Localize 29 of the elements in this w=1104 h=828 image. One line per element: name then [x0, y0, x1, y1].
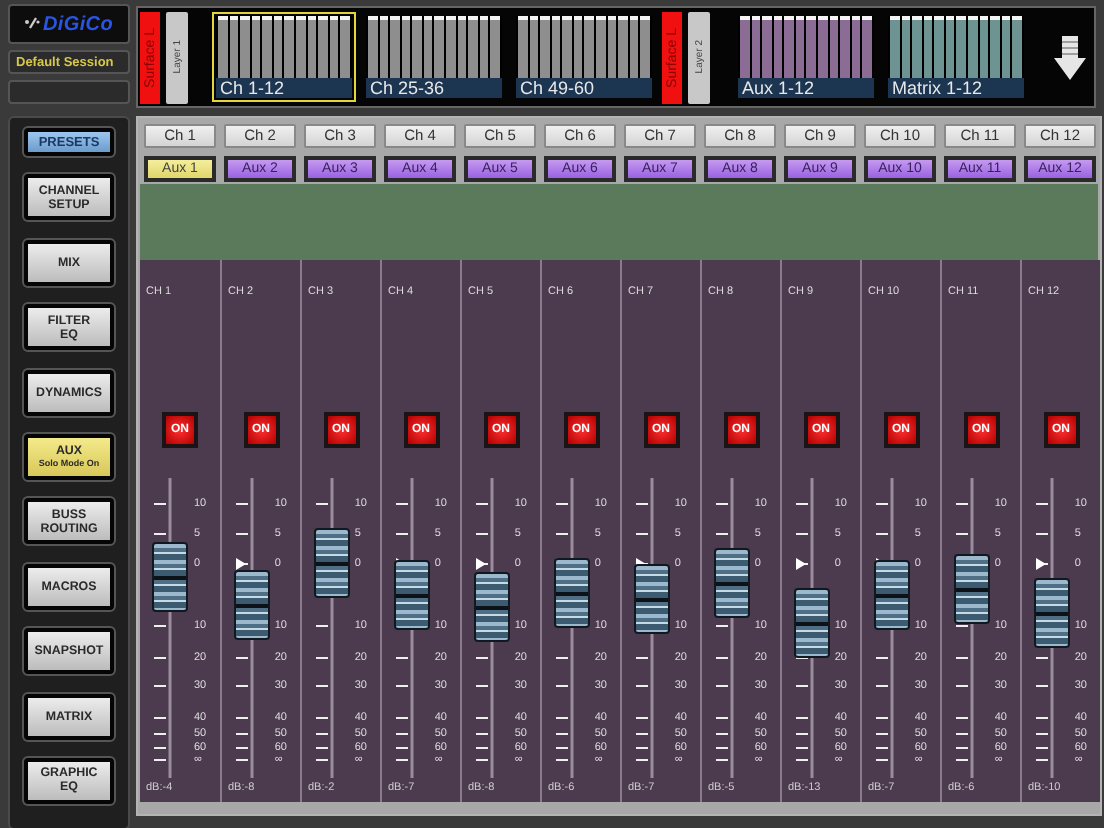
logo-text: DiGiCo: [42, 13, 114, 35]
fader-knob[interactable]: [714, 548, 750, 618]
fader-knob[interactable]: [474, 572, 510, 642]
fader-track[interactable]: [630, 478, 673, 778]
fader-knob[interactable]: [634, 563, 670, 633]
fader-track[interactable]: [870, 478, 913, 778]
fader-knob[interactable]: [874, 560, 910, 630]
fader-knob[interactable]: [234, 569, 270, 639]
fader-track[interactable]: [148, 478, 192, 778]
fader-track[interactable]: [1030, 478, 1073, 778]
fader-knob[interactable]: [954, 554, 990, 624]
fader-track[interactable]: [470, 478, 513, 778]
logo-mark-icon: [24, 16, 41, 32]
fader-track[interactable]: [550, 478, 593, 778]
fader-knob[interactable]: [314, 527, 350, 597]
bank-button[interactable]: Ch 1-12: [212, 12, 356, 102]
fader-knob[interactable]: [394, 560, 430, 630]
session-field[interactable]: [8, 80, 130, 104]
fader-track[interactable]: [310, 478, 353, 778]
fader-knob[interactable]: [152, 542, 188, 612]
fader-track[interactable]: [950, 478, 993, 778]
fader-track[interactable]: [230, 478, 273, 778]
fader-track[interactable]: [390, 478, 433, 778]
fader-track[interactable]: [710, 478, 753, 778]
fader-knob[interactable]: [794, 587, 830, 657]
down-arrow-icon[interactable]: [1052, 33, 1088, 81]
fader-knob[interactable]: [1034, 578, 1070, 648]
fader-knob[interactable]: [554, 557, 590, 627]
fader-track[interactable]: [790, 478, 833, 778]
